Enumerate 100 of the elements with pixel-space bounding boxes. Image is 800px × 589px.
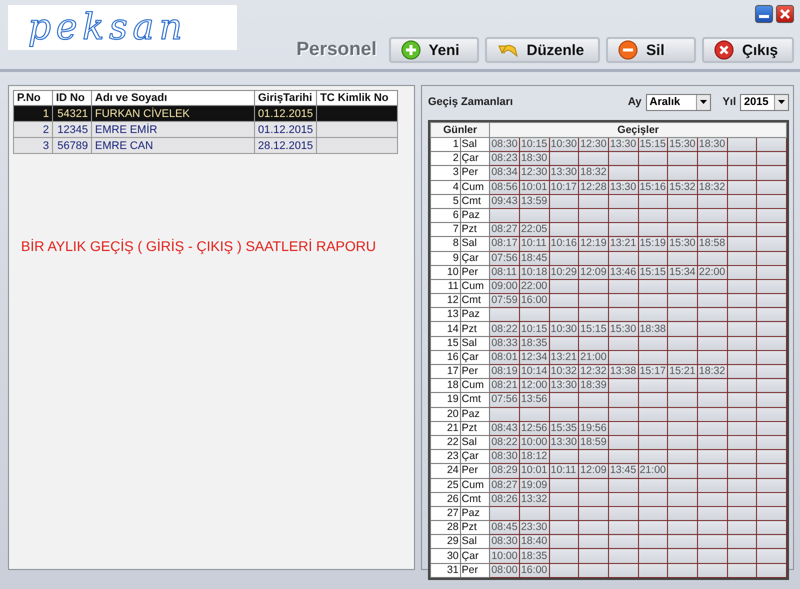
day-number-cell: 11 bbox=[430, 279, 460, 294]
table-cell: 54321 bbox=[52, 106, 92, 122]
time-cell: 12:56 bbox=[519, 421, 550, 436]
time-cell: 10:18 bbox=[519, 265, 550, 280]
time-cell: 15:17 bbox=[638, 364, 668, 379]
time-cell: 22:00 bbox=[519, 279, 550, 294]
weekday-cell: Çar bbox=[460, 548, 490, 564]
time-cell: 15:32 bbox=[668, 180, 698, 194]
table-cell: FURKAN CİVELEK bbox=[92, 106, 254, 122]
time-cell: 08:19 bbox=[490, 364, 520, 379]
time-cell: 22:00 bbox=[697, 265, 728, 280]
time-cell: 10:11 bbox=[549, 464, 579, 478]
time-cell: 08:27 bbox=[490, 222, 520, 237]
personnel-row[interactable]: 3 56789 EMRE CAN 28.12.2015 bbox=[14, 138, 398, 154]
time-cell: 10:15 bbox=[519, 322, 550, 336]
time-cell: 08:22 bbox=[490, 435, 520, 450]
year-label: Yıl bbox=[722, 96, 736, 108]
delete-button[interactable]: Sil bbox=[606, 37, 696, 63]
year-dropdown[interactable]: 2015 bbox=[740, 94, 789, 110]
time-cell: 10:29 bbox=[549, 265, 579, 280]
day-number-cell: 30 bbox=[430, 548, 460, 564]
time-cell: 08:23 bbox=[490, 152, 520, 166]
time-cell: 12:32 bbox=[578, 364, 608, 379]
column-header: P.No bbox=[14, 90, 52, 106]
time-cell: 13:45 bbox=[608, 464, 638, 478]
time-cell: 10:00 bbox=[490, 548, 520, 564]
day-number-cell: 4 bbox=[430, 180, 460, 194]
day-number-cell: 10 bbox=[430, 265, 460, 280]
time-cell: 18:35 bbox=[519, 548, 550, 564]
time-cell: 13:21 bbox=[549, 350, 579, 364]
day-number-cell: 7 bbox=[430, 222, 460, 237]
day-number-cell: 25 bbox=[430, 478, 460, 492]
time-cell: 18:59 bbox=[578, 435, 608, 450]
day-number-cell: 20 bbox=[430, 407, 460, 422]
close-button[interactable] bbox=[776, 5, 794, 23]
time-cell: 18:40 bbox=[519, 534, 550, 549]
time-cell: 19:56 bbox=[578, 421, 608, 436]
time-cell: 13:46 bbox=[608, 265, 638, 280]
time-cell: 13:56 bbox=[519, 392, 550, 408]
weekday-cell: Pzt bbox=[460, 421, 490, 436]
time-cell: 08:00 bbox=[490, 563, 520, 578]
day-number-cell: 9 bbox=[430, 251, 460, 266]
close-circle-icon bbox=[714, 40, 734, 60]
time-cell: 18:45 bbox=[519, 251, 550, 266]
logo: peksan bbox=[8, 5, 237, 50]
time-cell: 19:09 bbox=[519, 478, 550, 492]
time-cell: 12:30 bbox=[578, 138, 608, 152]
time-cell: 12:19 bbox=[578, 236, 608, 251]
time-cell: 09:43 bbox=[490, 194, 520, 208]
time-cell: 12:00 bbox=[519, 378, 550, 393]
time-cell: 09:00 bbox=[490, 279, 520, 294]
table-cell: 01.12.2015 bbox=[254, 106, 317, 122]
day-number-cell: 18 bbox=[430, 378, 460, 393]
time-cell: 08:26 bbox=[490, 492, 520, 506]
add-button[interactable]: Yeni bbox=[388, 37, 479, 63]
table-cell: 1 bbox=[14, 106, 52, 122]
time-cell: 18:38 bbox=[638, 322, 668, 336]
time-cell: 18:58 bbox=[697, 236, 728, 251]
edit-button[interactable]: Düzenle bbox=[484, 37, 600, 63]
time-cell: 18:30 bbox=[519, 152, 550, 166]
weekday-cell: Cum bbox=[460, 180, 490, 194]
time-cell: 08:21 bbox=[490, 378, 520, 393]
day-number-cell: 3 bbox=[430, 166, 460, 180]
weekday-cell: Paz bbox=[460, 208, 490, 223]
time-cell: 13:30 bbox=[608, 180, 638, 194]
time-cell: 15:30 bbox=[608, 322, 638, 336]
weekday-cell: Paz bbox=[460, 407, 490, 422]
time-cell: 15:35 bbox=[549, 421, 579, 436]
time-cell: 15:15 bbox=[638, 265, 668, 280]
weekday-cell: Cmt bbox=[460, 194, 490, 208]
time-cell: 13:30 bbox=[608, 138, 638, 152]
time-cell: 15:16 bbox=[638, 180, 668, 194]
time-cell: 10:17 bbox=[549, 180, 579, 194]
time-cell: 08:34 bbox=[490, 166, 520, 180]
time-cell: 07:56 bbox=[490, 251, 520, 266]
time-cell: 13:32 bbox=[519, 492, 550, 506]
personnel-row[interactable]: 2 12345 EMRE EMİR 01.12.2015 bbox=[14, 122, 398, 138]
time-cell: 16:00 bbox=[519, 294, 550, 308]
time-cell: 18:32 bbox=[697, 364, 728, 379]
time-cell: 10:30 bbox=[549, 138, 579, 152]
time-cell: 18:39 bbox=[578, 378, 608, 393]
dropdown-arrow-icon bbox=[778, 100, 785, 104]
table-cell: EMRE EMİR bbox=[92, 122, 254, 138]
weekday-cell: Cmt bbox=[460, 492, 490, 506]
day-number-cell: 2 bbox=[430, 152, 460, 166]
weekday-cell: Sal bbox=[460, 336, 490, 350]
personnel-row[interactable]: 1 54321 FURKAN CİVELEK 01.12.2015 bbox=[14, 106, 398, 122]
day-number-cell: 26 bbox=[430, 492, 460, 506]
column-header: TC Kimlik No bbox=[316, 90, 398, 106]
weekday-cell: Pzt bbox=[460, 222, 490, 237]
weekday-cell: Pzt bbox=[460, 322, 490, 336]
exit-button[interactable]: Çıkış bbox=[702, 37, 794, 63]
time-cell: 18:32 bbox=[578, 166, 608, 180]
minimize-button[interactable] bbox=[755, 5, 773, 23]
month-label: Ay bbox=[628, 96, 642, 108]
day-number-cell: 17 bbox=[430, 364, 460, 379]
dropdown-arrow-icon bbox=[700, 100, 707, 104]
minus-icon bbox=[618, 40, 638, 60]
month-dropdown[interactable]: Aralık bbox=[646, 94, 711, 110]
day-number-cell: 13 bbox=[430, 308, 460, 322]
